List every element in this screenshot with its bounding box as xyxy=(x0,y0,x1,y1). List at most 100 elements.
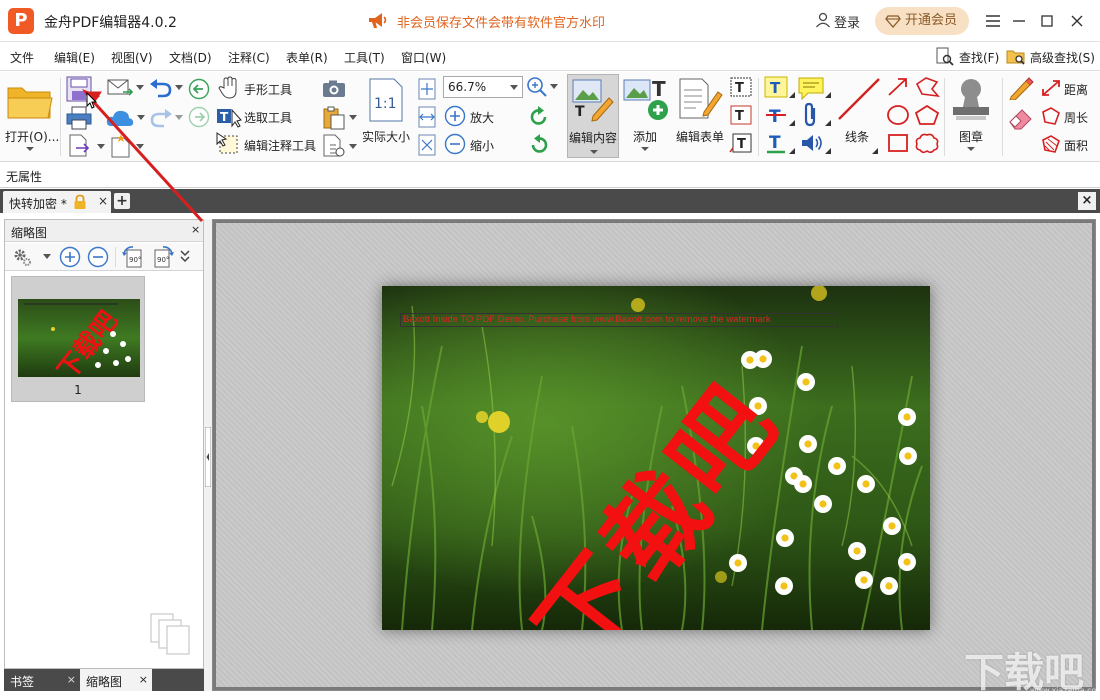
document-view[interactable]: Baxott Inside TO PDF Demo. Purchase from… xyxy=(212,219,1096,691)
sticky-note-icon[interactable] xyxy=(798,76,824,100)
pdf-page[interactable]: Baxott Inside TO PDF Demo. Purchase from… xyxy=(382,286,930,630)
distance-label[interactable]: 距离 xyxy=(1064,81,1088,98)
advanced-find-button[interactable]: 高级查找(S) xyxy=(1006,47,1100,67)
reduce-thumbnails-icon[interactable] xyxy=(87,246,109,268)
close-icon[interactable] xyxy=(1064,8,1090,34)
email-icon[interactable] xyxy=(107,78,133,98)
fit-visible-icon[interactable] xyxy=(417,134,437,156)
lines-label[interactable]: 线条 xyxy=(845,128,869,145)
cloud-upload-icon[interactable] xyxy=(105,108,135,128)
page-tools-dropdown-icon[interactable] xyxy=(349,144,357,150)
export-doc-icon[interactable] xyxy=(68,134,92,158)
attach-corner-icon[interactable] xyxy=(825,120,831,126)
area-label[interactable]: 面积 xyxy=(1064,137,1088,154)
stamp-label[interactable]: 图章 xyxy=(959,128,983,145)
edit-form-label[interactable]: 编辑表单 xyxy=(676,128,724,145)
close-document-icon[interactable]: × xyxy=(1078,192,1096,210)
rotate-clockwise-icon[interactable] xyxy=(528,106,550,128)
close-panel-icon[interactable]: × xyxy=(191,223,200,236)
menu-edit[interactable]: 编辑(E) xyxy=(54,49,95,66)
zoom-out-icon[interactable] xyxy=(444,133,466,155)
rotate-counterclockwise-icon[interactable] xyxy=(528,134,550,156)
bookmarks-tab[interactable]: 书签 × xyxy=(4,669,80,691)
ellipse-shape-icon[interactable] xyxy=(886,104,910,126)
distance-icon[interactable] xyxy=(1040,78,1062,98)
cloud-dropdown-icon[interactable] xyxy=(137,115,145,121)
select-tool-label[interactable]: 选取工具 xyxy=(244,109,292,126)
lines-corner-icon[interactable] xyxy=(872,148,878,154)
strikeout-text-icon[interactable]: T xyxy=(764,104,788,126)
typewriter-icon[interactable]: T xyxy=(764,76,788,98)
rectangle-shape-icon[interactable] xyxy=(886,132,910,154)
clipboard-icon[interactable] xyxy=(322,106,346,130)
minimize-icon[interactable] xyxy=(1006,8,1032,34)
undo-dropdown-icon[interactable] xyxy=(175,85,183,91)
rotate-page-left-icon[interactable]: 90° xyxy=(121,245,145,269)
callout-text-icon[interactable]: T xyxy=(729,132,753,154)
fit-page-icon[interactable] xyxy=(417,78,437,100)
new-page-icon[interactable] xyxy=(110,134,132,158)
next-view-icon[interactable] xyxy=(188,106,210,128)
new-tab-button[interactable]: + xyxy=(114,193,130,209)
stamp-icon[interactable] xyxy=(950,76,992,122)
previous-view-icon[interactable] xyxy=(188,78,210,100)
zoom-in-label[interactable]: 放大 xyxy=(470,109,494,126)
gear-icon[interactable] xyxy=(11,246,33,268)
more-options-icon[interactable] xyxy=(179,249,191,263)
polygon-shape-icon[interactable] xyxy=(914,104,940,126)
zoom-select[interactable]: 66.7% xyxy=(443,76,523,98)
menu-tools[interactable]: 工具(T) xyxy=(344,49,385,66)
menu-window[interactable]: 窗口(W) xyxy=(401,49,446,66)
zoom-lens-icon[interactable] xyxy=(526,76,548,98)
add-object-icon[interactable]: T xyxy=(622,76,670,122)
open-dropdown-icon[interactable] xyxy=(25,146,35,152)
edit-form-icon[interactable] xyxy=(678,78,724,120)
redo-dropdown-icon[interactable] xyxy=(175,115,183,121)
edit-content-button[interactable]: T 编辑内容 xyxy=(567,74,619,158)
vip-button[interactable]: 开通会员 xyxy=(875,7,969,35)
menu-view[interactable]: 视图(V) xyxy=(111,49,153,66)
strikeout-corner-icon[interactable] xyxy=(789,120,795,126)
sound-icon[interactable] xyxy=(800,132,824,154)
text-box-icon[interactable]: T xyxy=(729,104,753,126)
panel-splitter[interactable] xyxy=(204,219,212,691)
clipboard-dropdown-icon[interactable] xyxy=(349,115,357,121)
hand-tool-label[interactable]: 手形工具 xyxy=(244,81,292,98)
find-button[interactable]: 查找(F) xyxy=(935,47,1001,67)
perimeter-label[interactable]: 周长 xyxy=(1064,109,1088,126)
gear-dropdown-icon[interactable] xyxy=(43,254,51,260)
area-icon[interactable] xyxy=(1040,134,1062,154)
hand-tool-icon[interactable] xyxy=(218,76,240,100)
open-label[interactable]: 打开(O)... xyxy=(5,128,59,145)
menu-file[interactable]: 文件 xyxy=(10,49,34,66)
close-thumbnails-icon[interactable]: × xyxy=(139,673,148,686)
attach-file-icon[interactable] xyxy=(802,102,820,128)
export-dropdown-icon[interactable] xyxy=(97,144,105,150)
fit-width-icon[interactable] xyxy=(417,106,437,128)
zoom-out-label[interactable]: 缩小 xyxy=(470,137,494,154)
eraser-icon[interactable] xyxy=(1008,106,1034,130)
underline-text-icon[interactable]: T xyxy=(764,132,788,154)
maximize-icon[interactable] xyxy=(1034,8,1060,34)
edit-annotation-icon[interactable] xyxy=(216,132,240,156)
add-dropdown-icon[interactable] xyxy=(640,146,650,152)
typewriter-corner-icon[interactable] xyxy=(789,92,795,98)
actual-size-label[interactable]: 实际大小 xyxy=(362,128,410,145)
menu-comment[interactable]: 注释(C) xyxy=(228,49,270,66)
sound-corner-icon[interactable] xyxy=(825,148,831,154)
edit-annotation-label[interactable]: 编辑注释工具 xyxy=(244,137,316,154)
zoom-lens-dropdown-icon[interactable] xyxy=(550,84,558,90)
arrow-shape-icon[interactable] xyxy=(886,76,910,98)
polyline-shape-icon[interactable] xyxy=(914,76,940,98)
add-label[interactable]: 添加 xyxy=(633,128,657,145)
redo-icon[interactable] xyxy=(149,108,173,128)
pencil-icon[interactable] xyxy=(1008,76,1034,100)
zoom-in-icon[interactable] xyxy=(444,105,466,127)
close-bookmarks-icon[interactable]: × xyxy=(67,673,76,686)
page-thumbnail[interactable]: 下载吧 1 xyxy=(11,276,145,402)
menu-document[interactable]: 文档(D) xyxy=(169,49,212,66)
text-field-icon[interactable]: T xyxy=(729,76,753,98)
menu-icon[interactable] xyxy=(980,8,1006,34)
perimeter-icon[interactable] xyxy=(1040,106,1062,126)
undo-icon[interactable] xyxy=(149,78,173,98)
